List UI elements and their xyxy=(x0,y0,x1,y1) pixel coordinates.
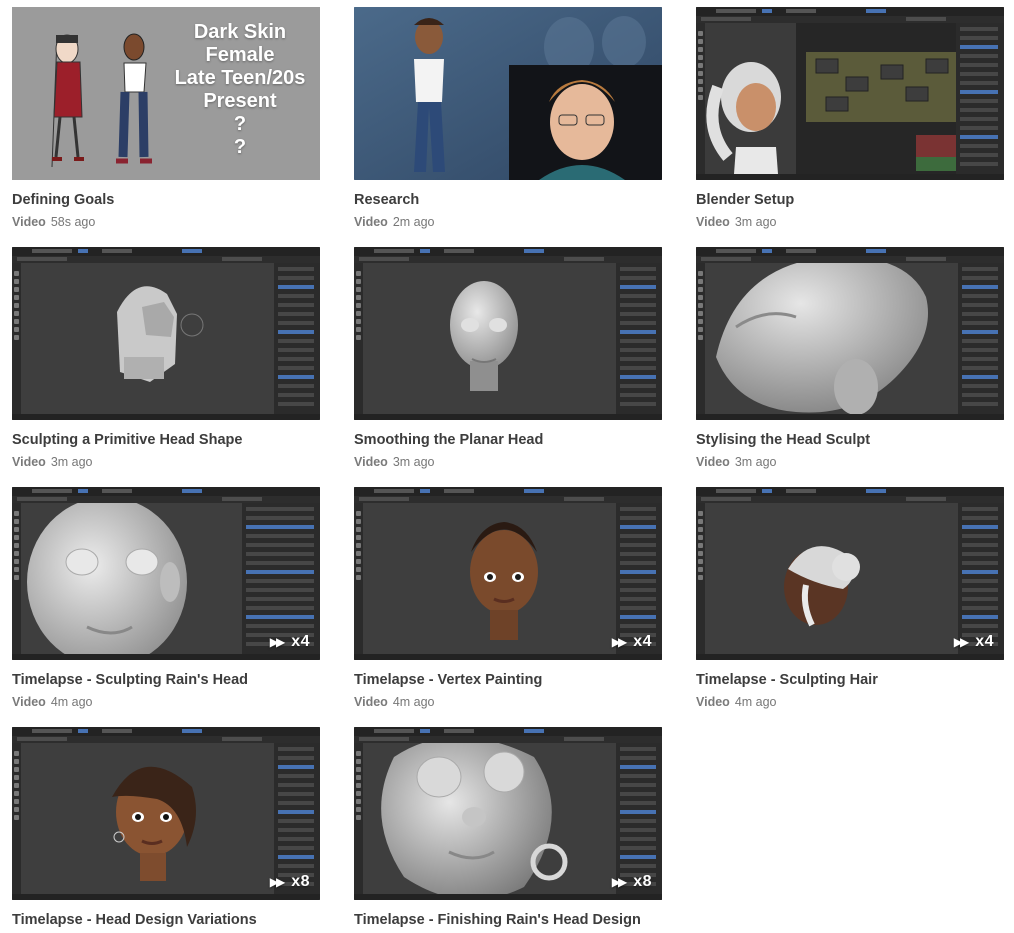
video-thumbnail[interactable]: ▶▶ x4 xyxy=(696,487,1004,660)
thumbnail-image xyxy=(354,7,662,180)
lesson-card[interactable]: Sculpting a Primitive Head Shape Video 3m … xyxy=(12,247,320,470)
lesson-title[interactable]: Stylising the Head Sculpt xyxy=(696,432,1004,449)
lesson-title[interactable]: Defining Goals xyxy=(12,192,320,209)
lesson-meta: Video 4m ago xyxy=(696,695,1004,710)
overlay-line: ? xyxy=(233,136,247,158)
lesson-title[interactable]: Research xyxy=(354,192,662,209)
speed-label: x8 xyxy=(291,873,310,890)
timestamp: 3m ago xyxy=(734,455,777,469)
lesson-meta: Video 3m ago xyxy=(696,215,1004,230)
content-type-label: Video xyxy=(354,695,388,709)
speed-label: x8 xyxy=(633,873,652,890)
video-thumbnail[interactable] xyxy=(696,7,1004,180)
thumbnail-image xyxy=(12,247,320,420)
lesson-card[interactable]: ▶▶ x8 Timelapse - Head Design Variations xyxy=(12,727,320,929)
content-type-label: Video xyxy=(12,455,46,469)
speed-label: x4 xyxy=(633,633,652,650)
lesson-title[interactable]: Timelapse - Sculpting Rain's Head xyxy=(12,672,320,689)
fast-forward-icon: ▶▶ xyxy=(611,635,628,649)
lesson-card[interactable]: ▶▶ x4 Timelapse - Sculpting Rain's Head Vid… xyxy=(12,487,320,710)
lesson-card[interactable]: Dark Skin Female Late Teen/20s Present?? Def… xyxy=(12,7,320,230)
content-type-label: Video xyxy=(696,695,730,709)
timestamp: 4m ago xyxy=(734,695,777,709)
lesson-meta: Video 3m ago xyxy=(12,455,320,470)
thumbnail-image xyxy=(354,247,662,420)
lesson-card[interactable]: Research Video 2m ago xyxy=(354,7,662,230)
lesson-meta: Video 58s ago xyxy=(12,215,320,230)
content-type-label: Video xyxy=(696,215,730,229)
content-type-label: Video xyxy=(354,215,388,229)
timestamp: 2m ago xyxy=(392,215,435,229)
speed-badge: ▶▶ x4 xyxy=(270,633,310,651)
speed-label: x4 xyxy=(975,633,994,650)
video-thumbnail[interactable]: ▶▶ x4 xyxy=(354,487,662,660)
lesson-title[interactable]: Timelapse - Finishing Rain's Head Design xyxy=(354,912,662,929)
speed-badge: ▶▶ x4 xyxy=(954,633,994,651)
video-thumbnail[interactable] xyxy=(696,247,1004,420)
lesson-card[interactable]: Blender Setup Video 3m ago xyxy=(696,7,1004,230)
lesson-meta: Video 3m ago xyxy=(696,455,1004,470)
fast-forward-icon: ▶▶ xyxy=(269,875,286,889)
thumbnail-overlay-text: Dark Skin Female Late Teen/20s Present?? xyxy=(160,21,320,159)
video-thumbnail[interactable]: Dark Skin Female Late Teen/20s Present?? xyxy=(12,7,320,180)
timestamp: 4m ago xyxy=(50,695,93,709)
lesson-title[interactable]: Sculpting a Primitive Head Shape xyxy=(12,432,320,449)
thumbnail-image xyxy=(696,247,1004,420)
lesson-title[interactable]: Blender Setup xyxy=(696,192,1004,209)
timestamp: 3m ago xyxy=(392,455,435,469)
thumbnail-image xyxy=(696,7,1004,180)
video-thumbnail[interactable] xyxy=(354,7,662,180)
fast-forward-icon: ▶▶ xyxy=(611,875,628,889)
speed-badge: ▶▶ x4 xyxy=(612,633,652,651)
content-type-label: Video xyxy=(696,455,730,469)
timestamp: 3m ago xyxy=(50,455,93,469)
lesson-title[interactable]: Smoothing the Planar Head xyxy=(354,432,662,449)
lesson-card[interactable]: Stylising the Head Sculpt Video 3m ago xyxy=(696,247,1004,470)
lesson-card[interactable]: ▶▶ x4 Timelapse - Sculpting Hair Video 4m ag… xyxy=(696,487,1004,710)
lesson-title[interactable]: Timelapse - Head Design Variations xyxy=(12,912,320,929)
fast-forward-icon: ▶▶ xyxy=(269,635,286,649)
overlay-line: Dark Skin xyxy=(193,21,287,43)
timestamp: 4m ago xyxy=(392,695,435,709)
speed-badge: ▶▶ x8 xyxy=(270,873,310,891)
timestamp: 58s ago xyxy=(50,215,96,229)
speed-label: x4 xyxy=(291,633,310,650)
lesson-card[interactable]: Smoothing the Planar Head Video 3m ago xyxy=(354,247,662,470)
lesson-grid: Dark Skin Female Late Teen/20s Present?? Def… xyxy=(0,0,1014,933)
video-thumbnail[interactable] xyxy=(354,247,662,420)
overlay-line: Present xyxy=(203,90,277,112)
content-type-label: Video xyxy=(354,455,388,469)
lesson-card[interactable]: ▶▶ x8 Timelapse - Finishing Rain's Head De… xyxy=(354,727,662,929)
video-thumbnail[interactable]: ▶▶ x4 xyxy=(12,487,320,660)
lesson-meta: Video 2m ago xyxy=(354,215,662,230)
video-thumbnail[interactable]: ▶▶ x8 xyxy=(354,727,662,900)
overlay-line: Female xyxy=(205,44,275,66)
lesson-meta: Video 4m ago xyxy=(354,695,662,710)
overlay-line: ? xyxy=(233,113,247,135)
video-thumbnail[interactable] xyxy=(12,247,320,420)
content-type-label: Video xyxy=(12,695,46,709)
lesson-meta: Video 4m ago xyxy=(12,695,320,710)
video-thumbnail[interactable]: ▶▶ x8 xyxy=(12,727,320,900)
content-type-label: Video xyxy=(12,215,46,229)
overlay-line: Late Teen/20s xyxy=(174,67,306,89)
lesson-meta: Video 3m ago xyxy=(354,455,662,470)
lesson-card[interactable]: ▶▶ x4 Timelapse - Vertex Painting Video 4m a… xyxy=(354,487,662,710)
lesson-title[interactable]: Timelapse - Sculpting Hair xyxy=(696,672,1004,689)
fast-forward-icon: ▶▶ xyxy=(953,635,970,649)
timestamp: 3m ago xyxy=(734,215,777,229)
speed-badge: ▶▶ x8 xyxy=(612,873,652,891)
lesson-title[interactable]: Timelapse - Vertex Painting xyxy=(354,672,662,689)
